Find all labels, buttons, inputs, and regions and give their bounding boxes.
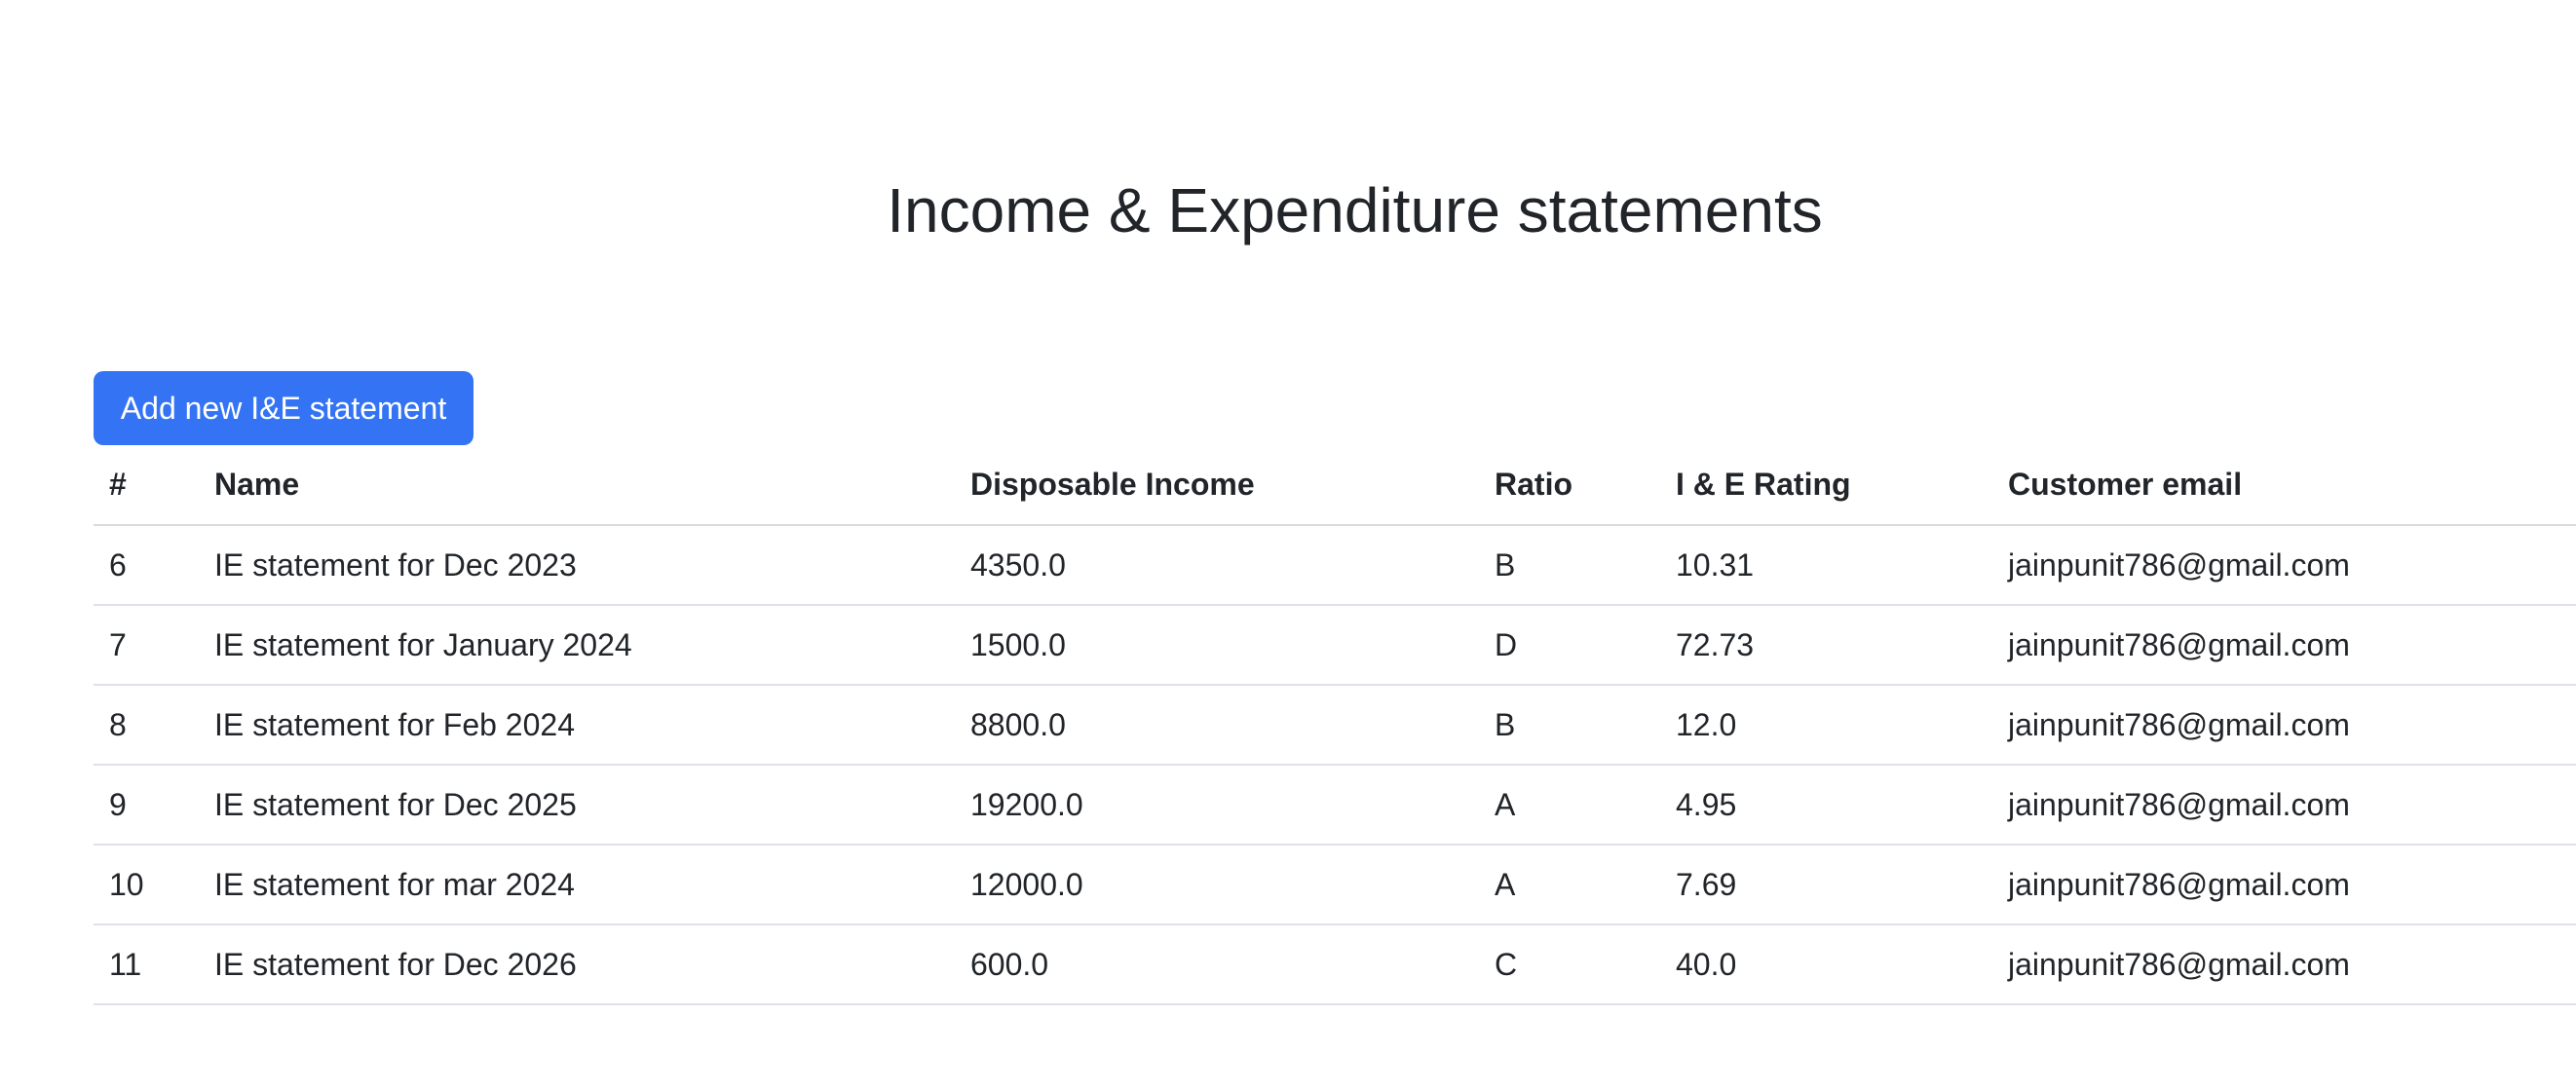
cell-id: 7: [94, 605, 199, 686]
cell-ratio: C: [1479, 924, 1660, 1005]
cell-disposable-income: 19200.0: [955, 765, 1479, 846]
cell-rating: 4.95: [1660, 765, 1992, 846]
table-row: 9 IE statement for Dec 2025 19200.0 A 4.…: [94, 765, 2576, 846]
cell-id: 11: [94, 924, 199, 1005]
cell-disposable-income: 600.0: [955, 924, 1479, 1005]
cell-disposable-income: 4350.0: [955, 525, 1479, 606]
cell-ratio: D: [1479, 605, 1660, 686]
column-header-ratio: Ratio: [1479, 444, 1660, 526]
cell-rating: 10.31: [1660, 525, 1992, 606]
cell-ratio: A: [1479, 845, 1660, 925]
column-header-disposable-income: Disposable Income: [955, 444, 1479, 526]
cell-email: jainpunit786@gmail.com: [1992, 924, 2576, 1005]
cell-ratio: B: [1479, 525, 1660, 606]
cell-name: IE statement for Feb 2024: [199, 685, 955, 766]
column-header-email: Customer email: [1992, 444, 2576, 526]
column-header-name: Name: [199, 444, 955, 526]
cell-name: IE statement for Dec 2026: [199, 924, 955, 1005]
table-header: # Name Disposable Income Ratio I & E Rat…: [94, 444, 2576, 526]
cell-disposable-income: 12000.0: [955, 845, 1479, 925]
table-row: 8 IE statement for Feb 2024 8800.0 B 12.…: [94, 685, 2576, 766]
cell-ratio: B: [1479, 685, 1660, 766]
cell-email: jainpunit786@gmail.com: [1992, 845, 2576, 925]
page: Income & Expenditure statements Add new …: [0, 0, 2576, 1091]
cell-name: IE statement for mar 2024: [199, 845, 955, 925]
cell-name: IE statement for January 2024: [199, 605, 955, 686]
table-body: 6 IE statement for Dec 2023 4350.0 B 10.…: [94, 525, 2576, 1005]
column-header-id: #: [94, 444, 199, 526]
table-row: 10 IE statement for mar 2024 12000.0 A 7…: [94, 845, 2576, 925]
add-statement-button[interactable]: Add new I&E statement: [94, 371, 474, 445]
cell-ratio: A: [1479, 765, 1660, 846]
cell-disposable-income: 8800.0: [955, 685, 1479, 766]
table-row: 11 IE statement for Dec 2026 600.0 C 40.…: [94, 924, 2576, 1005]
cell-rating: 72.73: [1660, 605, 1992, 686]
table-row: 7 IE statement for January 2024 1500.0 D…: [94, 605, 2576, 686]
cell-rating: 40.0: [1660, 924, 1992, 1005]
cell-disposable-income: 1500.0: [955, 605, 1479, 686]
table-header-row: # Name Disposable Income Ratio I & E Rat…: [94, 444, 2576, 526]
cell-id: 8: [94, 685, 199, 766]
page-title: Income & Expenditure statements: [887, 175, 1823, 245]
cell-email: jainpunit786@gmail.com: [1992, 685, 2576, 766]
cell-rating: 7.69: [1660, 845, 1992, 925]
cell-email: jainpunit786@gmail.com: [1992, 765, 2576, 846]
column-header-rating: I & E Rating: [1660, 444, 1992, 526]
table-row: 6 IE statement for Dec 2023 4350.0 B 10.…: [94, 525, 2576, 606]
cell-name: IE statement for Dec 2025: [199, 765, 955, 846]
cell-id: 10: [94, 845, 199, 925]
cell-email: jainpunit786@gmail.com: [1992, 525, 2576, 606]
cell-id: 9: [94, 765, 199, 846]
statements-table: # Name Disposable Income Ratio I & E Rat…: [94, 444, 2576, 1005]
cell-id: 6: [94, 525, 199, 606]
cell-name: IE statement for Dec 2023: [199, 525, 955, 606]
cell-rating: 12.0: [1660, 685, 1992, 766]
cell-email: jainpunit786@gmail.com: [1992, 605, 2576, 686]
